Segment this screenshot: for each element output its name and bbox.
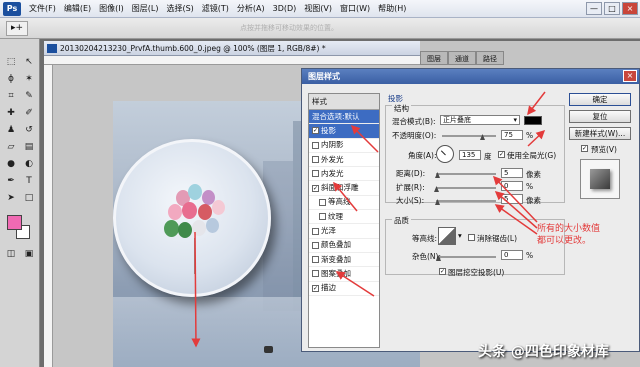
arrow-to-drop-shadow	[350, 124, 379, 153]
arrow-to-color-swatch	[527, 91, 546, 116]
arrow-to-opacity	[527, 129, 546, 147]
watermark: 头条 @四色印象材库	[478, 344, 609, 360]
arrow-to-stroke	[335, 271, 375, 297]
arrow-to-distance	[492, 175, 538, 223]
arrow-to-canvas	[191, 231, 201, 348]
arrow-to-bevel	[333, 181, 358, 212]
annotation-arrows	[191, 91, 546, 348]
